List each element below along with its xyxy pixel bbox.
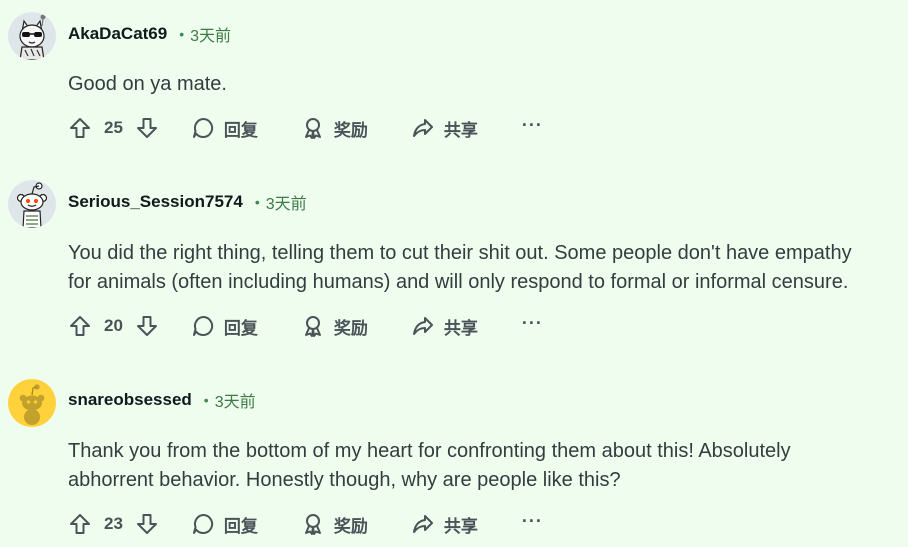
timestamp[interactable]: 3天前 xyxy=(266,190,307,214)
reply-button[interactable]: 回复 xyxy=(191,512,258,537)
vote-count: 23 xyxy=(104,514,123,533)
username[interactable]: snareobsessed xyxy=(68,390,192,410)
avatar[interactable] xyxy=(8,12,56,60)
comment-bubble-icon xyxy=(192,315,214,336)
reply-label: 回复 xyxy=(223,516,258,536)
downvote-button[interactable] xyxy=(135,314,159,338)
award-icon xyxy=(304,118,321,139)
yellow-snoo-avatar-icon xyxy=(8,379,56,427)
award-label: 奖励 xyxy=(333,120,368,140)
cat-avatar-icon xyxy=(8,12,56,60)
more-options-button[interactable]: ··· xyxy=(522,512,543,532)
share-label: 共享 xyxy=(443,120,478,140)
comment-text-line: abhorrent behavior. Honestly though, why… xyxy=(68,469,621,491)
separator-dot: • xyxy=(203,392,209,408)
downvote-icon xyxy=(136,514,157,534)
downvote-button[interactable] xyxy=(135,116,159,140)
share-label: 共享 xyxy=(443,516,478,536)
upvote-icon xyxy=(70,316,90,336)
upvote-button[interactable] xyxy=(68,116,92,140)
downvote-icon xyxy=(136,316,157,336)
more-options-button[interactable]: ··· xyxy=(522,314,543,334)
comment-actions: 23 回复 奖励 共享 ··· xyxy=(68,510,543,538)
reply-button[interactable]: 回复 xyxy=(191,116,258,141)
separator-dot: • xyxy=(179,26,185,42)
award-button[interactable]: 奖励 xyxy=(301,116,368,141)
share-button[interactable]: 共享 xyxy=(411,314,478,339)
award-label: 奖励 xyxy=(333,318,368,338)
timestamp[interactable]: 3天前 xyxy=(215,388,256,412)
vote-count: 25 xyxy=(104,118,123,137)
reply-button[interactable]: 回复 xyxy=(191,314,258,339)
comment-actions: 20 回复 奖励 共享 ··· xyxy=(68,312,543,340)
upvote-icon xyxy=(70,118,90,138)
comment-text-line: Thank you from the bottom of my heart fo… xyxy=(68,440,791,462)
comment-text-line: Good on ya mate. xyxy=(68,73,227,95)
avatar[interactable] xyxy=(8,379,56,427)
username[interactable]: AkaDaCat69 xyxy=(68,24,167,44)
share-button[interactable]: 共享 xyxy=(411,116,478,141)
comment-body: You did the right thing, telling them to… xyxy=(68,239,908,297)
comment-bubble-icon xyxy=(192,513,214,534)
upvote-button[interactable] xyxy=(68,314,92,338)
avatar[interactable] xyxy=(8,180,56,228)
username[interactable]: Serious_Session7574 xyxy=(68,192,243,212)
comment-body: Good on ya mate. xyxy=(68,70,908,99)
downvote-button[interactable] xyxy=(135,512,159,536)
comment-body: Thank you from the bottom of my heart fo… xyxy=(68,437,908,495)
reply-label: 回复 xyxy=(223,120,258,140)
upvote-icon xyxy=(70,514,90,534)
more-options-button[interactable]: ··· xyxy=(522,116,543,136)
award-button[interactable]: 奖励 xyxy=(301,512,368,537)
award-icon xyxy=(304,316,321,337)
comment-text-line: You did the right thing, telling them to… xyxy=(68,242,852,264)
separator-dot: • xyxy=(254,194,260,210)
reply-label: 回复 xyxy=(223,318,258,338)
share-icon xyxy=(412,515,433,533)
timestamp[interactable]: 3天前 xyxy=(190,22,231,46)
share-icon xyxy=(412,119,433,137)
share-label: 共享 xyxy=(443,318,478,338)
share-button[interactable]: 共享 xyxy=(411,512,478,537)
snoo-avatar-icon xyxy=(8,180,56,228)
comment-actions: 25 回复 奖励 共享 ··· xyxy=(68,114,543,142)
vote-count: 20 xyxy=(104,316,123,335)
comment-text-line: for animals (often including humans) and… xyxy=(68,271,849,293)
upvote-button[interactable] xyxy=(68,512,92,536)
downvote-icon xyxy=(136,118,157,138)
award-icon xyxy=(304,514,321,535)
award-label: 奖励 xyxy=(333,516,368,536)
comment-bubble-icon xyxy=(192,117,214,138)
award-button[interactable]: 奖励 xyxy=(301,314,368,339)
share-icon xyxy=(412,317,433,335)
